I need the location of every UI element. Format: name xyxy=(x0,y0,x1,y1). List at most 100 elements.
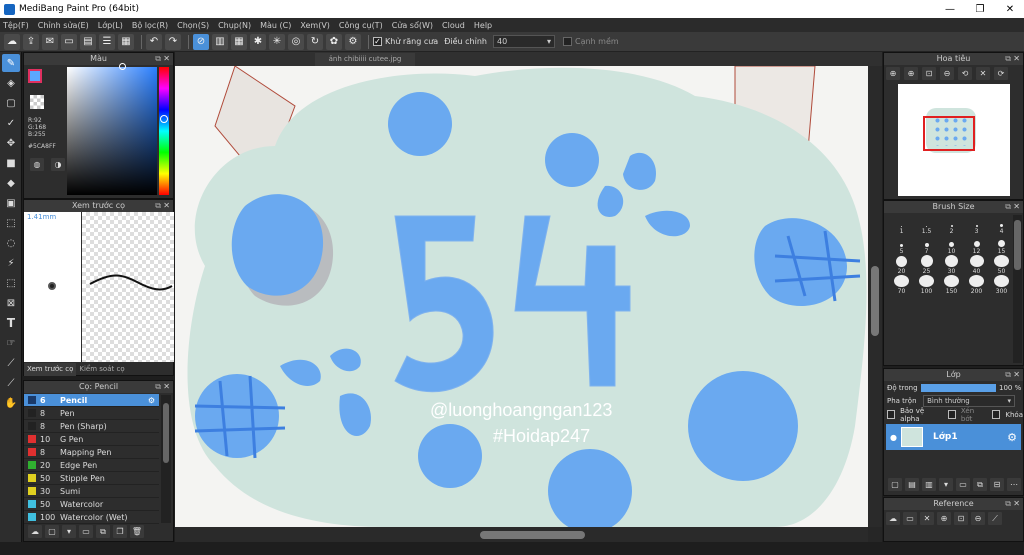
comment-icon[interactable]: ✉ xyxy=(42,33,58,50)
select-eraser-icon[interactable]: ⊠ xyxy=(2,294,20,312)
eraser-tool-icon[interactable]: ◈ xyxy=(2,74,20,92)
curve-snap-icon[interactable]: ↻ xyxy=(307,33,323,50)
hand-tool-icon[interactable]: ✋ xyxy=(2,394,20,412)
brush-size-option[interactable]: 40 xyxy=(964,255,989,275)
canvas-vertical-scrollbar[interactable] xyxy=(868,66,882,527)
saturation-value-picker[interactable] xyxy=(67,67,157,195)
eyedropper-tool-icon[interactable]: ⟋ xyxy=(2,354,20,372)
close-icon[interactable]: ✕ xyxy=(1013,498,1020,510)
brush-size-option[interactable]: 30 xyxy=(939,255,964,275)
antialias-checkbox[interactable]: ✓ xyxy=(373,37,382,46)
rotate-right-icon[interactable]: ⟳ xyxy=(994,67,1008,80)
layer-folder-icon[interactable]: ▭ xyxy=(956,478,970,491)
menu-layer[interactable]: Lớp(L) xyxy=(98,21,123,30)
rectangle-tool-icon[interactable]: ▢ xyxy=(2,94,20,112)
popout-icon[interactable]: ⧉ xyxy=(1005,201,1011,213)
vanish-snap-icon[interactable]: ✱ xyxy=(250,33,266,50)
brush-size-option[interactable]: 15 xyxy=(989,235,1014,255)
popout-icon[interactable]: ⧉ xyxy=(1005,369,1011,381)
fit-ref-icon[interactable]: ⊡ xyxy=(954,512,968,525)
brush-size-option[interactable]: 150 xyxy=(939,275,964,295)
close-icon[interactable]: ✕ xyxy=(163,200,170,212)
lock-checkbox[interactable] xyxy=(992,410,1001,419)
move-tool-icon[interactable]: ✥ xyxy=(2,134,20,152)
lasso-tool-icon[interactable]: ◌ xyxy=(2,234,20,252)
layer-settings-icon[interactable]: ⚙ xyxy=(1007,431,1017,444)
close-icon[interactable]: ✕ xyxy=(1013,53,1020,65)
tab-brush-control[interactable]: Kiểm soát cọ xyxy=(76,363,127,376)
menu-tools[interactable]: Công cụ(T) xyxy=(339,21,383,30)
minimize-button[interactable]: — xyxy=(935,0,965,18)
opacity-slider[interactable] xyxy=(921,383,996,392)
select-tool-icon[interactable]: ⬚ xyxy=(2,214,20,232)
add-brush-menu-icon[interactable]: ▾ xyxy=(62,525,76,538)
menu-select[interactable]: Chọn(S) xyxy=(177,21,209,30)
popout-icon[interactable]: ⧉ xyxy=(1005,53,1011,65)
delete-brush-icon[interactable]: 🗑 xyxy=(130,525,144,538)
copy-brush-icon[interactable]: ⧉ xyxy=(96,525,110,538)
brush-size-option[interactable]: 100 xyxy=(914,275,939,295)
reset-icon[interactable]: ✕ xyxy=(976,67,990,80)
open-folder-icon[interactable]: ▭ xyxy=(903,512,917,525)
magic-wand-tool-icon[interactable]: ⚡ xyxy=(2,254,20,272)
brush-item[interactable]: 8 Pen xyxy=(24,407,159,420)
brush-size-option[interactable]: 20 xyxy=(889,255,914,275)
popout-icon[interactable]: ⧉ xyxy=(1005,498,1011,510)
popout-icon[interactable]: ⧉ xyxy=(155,53,161,65)
new-layer-8bit-icon[interactable]: ▤ xyxy=(905,478,919,491)
chat-icon[interactable]: ▭ xyxy=(61,33,77,50)
hue-cursor[interactable] xyxy=(160,115,168,123)
navigator-thumbnail[interactable] xyxy=(898,84,1010,196)
brush-size-option[interactable]: 1.5 xyxy=(914,215,939,235)
close-icon[interactable]: ✕ xyxy=(163,381,170,393)
layer-more-icon[interactable]: ⋯ xyxy=(1007,478,1021,491)
operation-tool-icon[interactable]: ☞ xyxy=(2,334,20,352)
menu-filter[interactable]: Bộ lọc(R) xyxy=(132,21,168,30)
radial-snap-icon[interactable]: ✳ xyxy=(269,33,285,50)
drawing-canvas[interactable]: @luonghoangngan123 #Hoidap247 xyxy=(175,66,868,527)
adjust-select[interactable]: 40 xyxy=(492,35,555,48)
brush-settings-icon[interactable]: ⚙ xyxy=(148,396,155,405)
brush-item[interactable]: 8 Pen (Sharp) xyxy=(24,420,159,433)
brush-size-option[interactable]: 7 xyxy=(914,235,939,255)
menu-edit[interactable]: Chỉnh sửa(E) xyxy=(38,21,89,30)
zoom-in-icon[interactable]: ⊕ xyxy=(886,67,900,80)
layer-menu-icon[interactable]: ▾ xyxy=(939,478,953,491)
clipping-checkbox[interactable] xyxy=(947,410,956,419)
cloud-icon[interactable]: ☁ xyxy=(4,33,20,50)
new-layer-icon[interactable]: ▢ xyxy=(888,478,902,491)
duplicate-brush-icon[interactable]: ❐ xyxy=(113,525,127,538)
grid-icon[interactable]: ▦ xyxy=(118,33,134,50)
soft-edge-checkbox[interactable] xyxy=(562,37,572,46)
close-icon[interactable]: ✕ xyxy=(163,53,170,65)
palette-icon[interactable]: ◍ xyxy=(30,158,44,171)
menu-view[interactable]: Xem(V) xyxy=(300,21,330,30)
brush-size-option[interactable]: 10 xyxy=(939,235,964,255)
menu-cloud[interactable]: Cloud xyxy=(442,21,465,30)
brush-size-option[interactable]: 50 xyxy=(989,255,1014,275)
brush-size-option[interactable]: 5 xyxy=(889,235,914,255)
cloud-brush-icon[interactable]: ☁ xyxy=(28,525,42,538)
share-icon[interactable]: ⇪ xyxy=(23,33,39,50)
hue-slider[interactable] xyxy=(159,67,169,195)
color-history-icon[interactable]: ◑ xyxy=(51,158,65,171)
brush-size-option[interactable]: 4 xyxy=(989,215,1014,235)
brush-item[interactable]: 6 Pencil ⚙ xyxy=(24,394,159,407)
brush-size-option[interactable]: 3 xyxy=(964,215,989,235)
close-button[interactable]: ✕ xyxy=(995,0,1024,18)
brush-item[interactable]: 50 Stipple Pen xyxy=(24,472,159,485)
cross-snap-icon[interactable]: ▦ xyxy=(231,33,247,50)
menu-snap[interactable]: Chụp(N) xyxy=(218,21,251,30)
divide-tool-icon[interactable]: ⟋ xyxy=(2,374,20,392)
canvas-horizontal-scrollbar[interactable] xyxy=(175,527,868,542)
popout-icon[interactable]: ⧉ xyxy=(155,200,161,212)
menu-file[interactable]: Tệp(F) xyxy=(3,21,29,30)
parallel-snap-icon[interactable]: ▥ xyxy=(212,33,228,50)
brush-size-scrollbar[interactable] xyxy=(1013,215,1022,363)
circle-snap-icon[interactable]: ◎ xyxy=(288,33,304,50)
brush-item[interactable]: 100 Watercolor (Wet) xyxy=(24,511,159,524)
menu-window[interactable]: Cửa sổ(W) xyxy=(392,21,433,30)
brush-item[interactable]: 20 Edge Pen xyxy=(24,459,159,472)
folder-icon[interactable]: ▭ xyxy=(79,525,93,538)
layer-row[interactable]: ● Lớp1 ⚙ xyxy=(886,424,1021,450)
